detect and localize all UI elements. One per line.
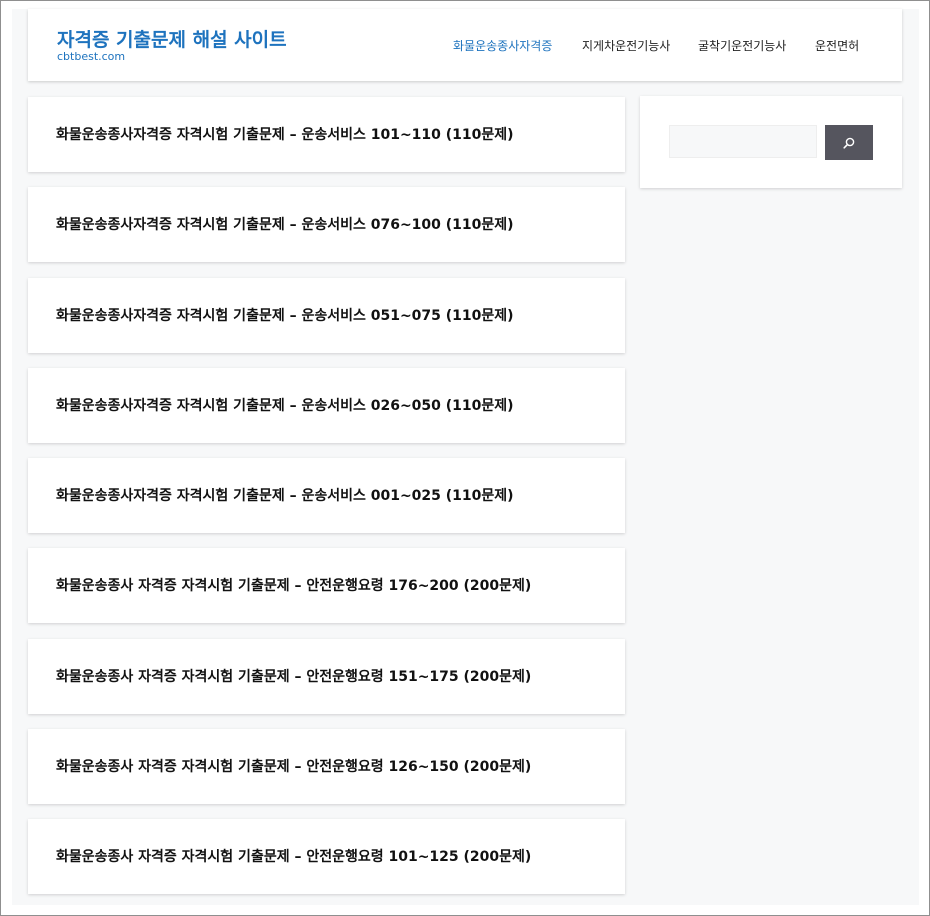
nav-item-freight-license[interactable]: 화물운송종사자격증 [453, 37, 552, 54]
search-icon [843, 137, 855, 149]
site-header: 자격증 기출문제 해설 사이트 cbtbest.com 화물운송종사자격증 지게… [28, 9, 902, 81]
post-title-link[interactable]: 화물운송종사자격증 자격시험 기출문제 – 운송서비스 026~050 (110… [56, 395, 514, 415]
nav-item-drivers-license[interactable]: 운전면허 [815, 37, 859, 54]
post-card: 화물운송종사 자격증 자격시험 기출문제 – 안전운행요령 126~150 (2… [28, 729, 625, 804]
post-title-link[interactable]: 화물운송종사자격증 자격시험 기출문제 – 운송서비스 076~100 (110… [56, 214, 514, 234]
post-title-link[interactable]: 화물운송종사자격증 자격시험 기출문제 – 운송서비스 101~110 (110… [56, 124, 514, 144]
post-title-link[interactable]: 화물운송종사 자격증 자격시험 기출문제 – 안전운행요령 176~200 (2… [56, 575, 531, 595]
post-card: 화물운송종사자격증 자격시험 기출문제 – 운송서비스 001~025 (110… [28, 458, 625, 533]
post-title-link[interactable]: 화물운송종사자격증 자격시험 기출문제 – 운송서비스 001~025 (110… [56, 485, 514, 505]
nav-item-excavator[interactable]: 굴착기운전기능사 [698, 37, 786, 54]
sidebar-search-widget [640, 96, 902, 188]
post-title-link[interactable]: 화물운송종사 자격증 자격시험 기출문제 – 안전운행요령 151~175 (2… [56, 666, 531, 686]
post-title-link[interactable]: 화물운송종사 자격증 자격시험 기출문제 – 안전운행요령 126~150 (2… [56, 756, 531, 776]
post-card: 화물운송종사자격증 자격시험 기출문제 – 운송서비스 026~050 (110… [28, 368, 625, 443]
post-title-link[interactable]: 화물운송종사 자격증 자격시험 기출문제 – 안전운행요령 101~125 (2… [56, 846, 531, 866]
post-card: 화물운송종사자격증 자격시험 기출문제 – 운송서비스 101~110 (110… [28, 97, 625, 172]
post-card: 화물운송종사 자격증 자격시험 기출문제 – 안전운행요령 101~125 (2… [28, 819, 625, 894]
post-card: 화물운송종사 자격증 자격시험 기출문제 – 안전운행요령 176~200 (2… [28, 548, 625, 623]
post-card: 화물운송종사자격증 자격시험 기출문제 – 운송서비스 051~075 (110… [28, 278, 625, 353]
search-input[interactable] [669, 125, 817, 158]
nav-item-forklift[interactable]: 지게차운전기능사 [582, 37, 670, 54]
post-card: 화물운송종사자격증 자격시험 기출문제 – 운송서비스 076~100 (110… [28, 187, 625, 262]
primary-nav: 화물운송종사자격증 지게차운전기능사 굴착기운전기능사 운전면허 [28, 37, 902, 57]
search-button[interactable] [825, 125, 873, 160]
post-card: 화물운송종사 자격증 자격시험 기출문제 – 안전운행요령 151~175 (2… [28, 639, 625, 714]
post-title-link[interactable]: 화물운송종사자격증 자격시험 기출문제 – 운송서비스 051~075 (110… [56, 305, 514, 325]
